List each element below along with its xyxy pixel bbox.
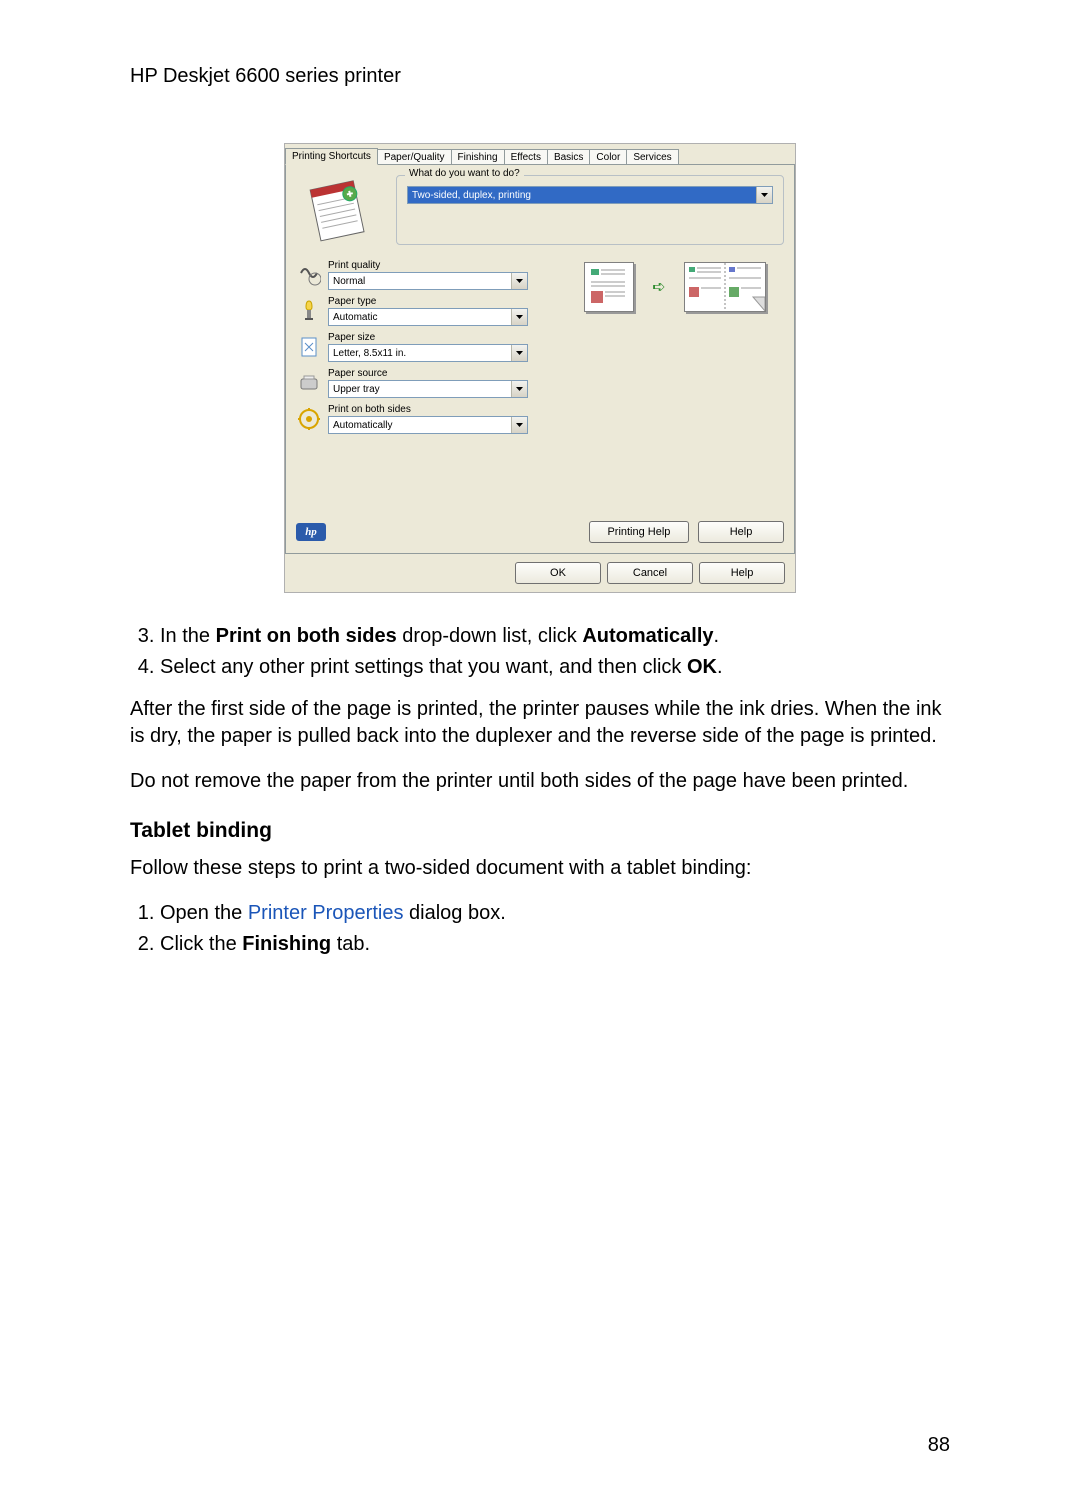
paper-type-icon	[296, 298, 322, 324]
dialog-footer: OK Cancel Help	[285, 554, 795, 592]
page-number: 88	[928, 1434, 950, 1457]
paper-source-select[interactable]: Upper tray	[328, 380, 528, 398]
chevron-down-icon	[511, 345, 527, 361]
tablet-binding-heading: Tablet binding	[130, 817, 950, 845]
chevron-down-icon	[756, 187, 772, 203]
hp-logo-icon: hp	[296, 523, 326, 541]
duplex-label: Print on both sides	[328, 404, 546, 415]
arrow-right-icon: ➪	[652, 277, 665, 297]
printer-properties-link[interactable]: Printer Properties	[248, 902, 404, 924]
tab-services[interactable]: Services	[626, 149, 678, 164]
cancel-button[interactable]: Cancel	[607, 562, 693, 584]
chevron-down-icon	[511, 273, 527, 289]
duplex-icon	[296, 406, 322, 432]
print-quality-label: Print quality	[328, 260, 546, 271]
paper-source-icon	[296, 370, 322, 396]
printer-properties-dialog: Printing Shortcuts Paper/Quality Finishi…	[284, 143, 796, 593]
task-select[interactable]: Two-sided, duplex, printing	[407, 186, 773, 204]
step-3: In the Print on both sides drop-down lis…	[160, 623, 950, 650]
tb-step-1: Open the Printer Properties dialog box.	[160, 900, 950, 927]
paper-size-label: Paper size	[328, 332, 546, 343]
print-quality-select[interactable]: Normal	[328, 272, 528, 290]
paper-source-label: Paper source	[328, 368, 546, 379]
print-quality-icon	[296, 262, 322, 288]
what-do-legend: What do you want to do?	[405, 168, 524, 179]
tab-paper-quality[interactable]: Paper/Quality	[377, 149, 452, 164]
paper-type-label: Paper type	[328, 296, 546, 307]
print-quality-value: Normal	[329, 276, 369, 287]
task-select-value: Two-sided, duplex, printing	[408, 190, 535, 201]
tabstrip: Printing Shortcuts Paper/Quality Finishi…	[285, 144, 795, 164]
paragraph-3: Follow these steps to print a two-sided …	[130, 855, 950, 882]
tb-step-2: Click the Finishing tab.	[160, 931, 950, 958]
tab-effects[interactable]: Effects	[504, 149, 548, 164]
help-button[interactable]: Help	[698, 521, 784, 543]
page-header: HP Deskjet 6600 series printer	[130, 65, 950, 88]
paragraph-2: Do not remove the paper from the printer…	[130, 768, 950, 795]
tab-basics[interactable]: Basics	[547, 149, 590, 164]
paper-size-value: Letter, 8.5x11 in.	[329, 348, 410, 359]
ok-button[interactable]: OK	[515, 562, 601, 584]
chevron-down-icon	[511, 417, 527, 433]
chevron-down-icon	[511, 309, 527, 325]
paragraph-1: After the first side of the page is prin…	[130, 696, 950, 750]
tab-color[interactable]: Color	[589, 149, 627, 164]
task-icon	[296, 175, 386, 245]
instructions: In the Print on both sides drop-down lis…	[130, 623, 950, 958]
footer-help-button[interactable]: Help	[699, 562, 785, 584]
duplex-value: Automatically	[329, 420, 396, 431]
what-do-you-want-fieldset: What do you want to do? Two-sided, duple…	[396, 175, 784, 245]
step-4: Select any other print settings that you…	[160, 654, 950, 681]
paper-type-select[interactable]: Automatic	[328, 308, 528, 326]
paper-size-icon	[296, 334, 322, 360]
paper-source-value: Upper tray	[329, 384, 384, 395]
duplex-select[interactable]: Automatically	[328, 416, 528, 434]
printing-help-button[interactable]: Printing Help	[589, 521, 689, 543]
tab-finishing[interactable]: Finishing	[451, 149, 505, 164]
paper-size-select[interactable]: Letter, 8.5x11 in.	[328, 344, 528, 362]
tab-printing-shortcuts[interactable]: Printing Shortcuts	[285, 148, 378, 165]
tab-panel: What do you want to do? Two-sided, duple…	[285, 164, 795, 554]
chevron-down-icon	[511, 381, 527, 397]
duplex-preview: ➪	[566, 262, 784, 312]
paper-type-value: Automatic	[329, 312, 381, 323]
